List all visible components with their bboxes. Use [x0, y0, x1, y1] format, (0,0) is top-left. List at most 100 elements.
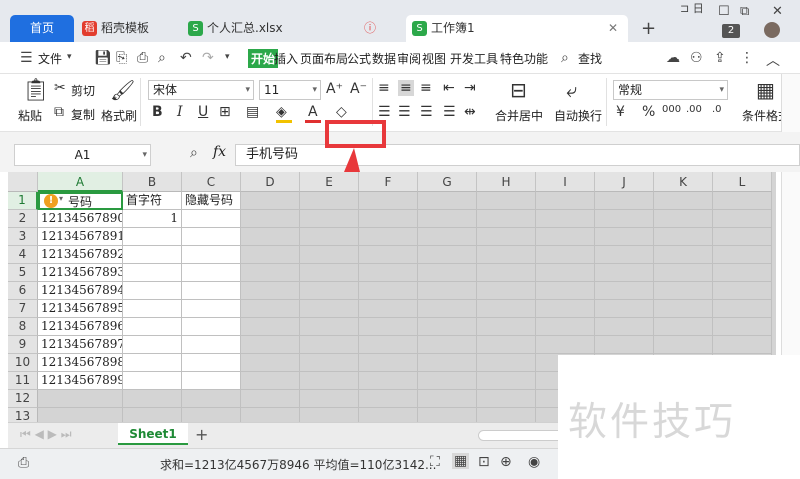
- cell[interactable]: [182, 354, 241, 372]
- cell[interactable]: [241, 390, 300, 408]
- cell[interactable]: 1: [123, 210, 182, 228]
- decrease-decimal-icon[interactable]: .0: [712, 104, 722, 115]
- cell[interactable]: [123, 372, 182, 390]
- macro-icon[interactable]: ⎙: [18, 455, 29, 471]
- cell[interactable]: [182, 390, 241, 408]
- window-count-badge[interactable]: 2: [722, 24, 740, 38]
- cell[interactable]: [418, 300, 477, 318]
- align-center-icon[interactable]: ☰: [398, 104, 411, 120]
- chevron-down-icon[interactable]: ▾: [59, 194, 63, 203]
- cell[interactable]: [359, 372, 418, 390]
- cell[interactable]: [241, 354, 300, 372]
- fill-color-icon[interactable]: ◈: [276, 104, 287, 120]
- hamburger-icon[interactable]: ☰: [20, 50, 33, 66]
- cell[interactable]: [477, 300, 536, 318]
- cell[interactable]: [654, 246, 713, 264]
- error-indicator-icon[interactable]: !: [44, 194, 58, 208]
- cell[interactable]: [359, 264, 418, 282]
- cell[interactable]: 12134567890: [38, 210, 123, 228]
- cell[interactable]: [477, 228, 536, 246]
- row-header[interactable]: 11: [8, 372, 38, 390]
- cell[interactable]: [359, 354, 418, 372]
- export-icon[interactable]: ⎘: [116, 50, 127, 66]
- cell[interactable]: [123, 390, 182, 408]
- row-header[interactable]: 5: [8, 264, 38, 282]
- cell[interactable]: 12134567891: [38, 228, 123, 246]
- cell[interactable]: [359, 192, 418, 210]
- wrap-text-button[interactable]: 自动换行: [554, 107, 602, 124]
- cell[interactable]: [123, 228, 182, 246]
- cell[interactable]: [241, 228, 300, 246]
- column-header-g[interactable]: G: [418, 172, 477, 192]
- cell[interactable]: [536, 228, 595, 246]
- more-options-icon[interactable]: ⋮: [740, 50, 754, 66]
- cell[interactable]: [595, 246, 654, 264]
- cell[interactable]: [300, 318, 359, 336]
- cell[interactable]: [477, 192, 536, 210]
- tab-review[interactable]: 审阅: [397, 50, 421, 67]
- cell[interactable]: [300, 408, 359, 422]
- cell[interactable]: [654, 264, 713, 282]
- cell[interactable]: [300, 336, 359, 354]
- align-left-icon[interactable]: ☰: [378, 104, 391, 120]
- cell[interactable]: 12134567895: [38, 300, 123, 318]
- column-header-e[interactable]: E: [300, 172, 359, 192]
- cell[interactable]: [359, 246, 418, 264]
- decrease-font-icon[interactable]: A⁻: [350, 81, 367, 97]
- cell[interactable]: [536, 282, 595, 300]
- cell[interactable]: [418, 264, 477, 282]
- cell[interactable]: [713, 282, 772, 300]
- cell[interactable]: [418, 282, 477, 300]
- font-size-select[interactable]: 11 ▾: [259, 80, 321, 100]
- tab-workbook1[interactable]: S 工作簿1 ✕: [406, 15, 628, 42]
- reading-mode-icon[interactable]: ⊕: [500, 454, 512, 470]
- cell[interactable]: [477, 408, 536, 422]
- cell[interactable]: [300, 300, 359, 318]
- zoom-icon[interactable]: ⌕: [190, 145, 198, 161]
- add-sheet-button[interactable]: +: [195, 425, 208, 444]
- indent-decrease-icon[interactable]: ⇤: [443, 80, 455, 96]
- cell[interactable]: 12134567898: [38, 354, 123, 372]
- tab-view[interactable]: 视图: [422, 50, 446, 67]
- cell[interactable]: 12134567896: [38, 318, 123, 336]
- tab-personal-summary[interactable]: S 个人汇总.xlsx ⓘ: [188, 15, 398, 42]
- cell[interactable]: [359, 228, 418, 246]
- cell[interactable]: [477, 264, 536, 282]
- cell[interactable]: [477, 246, 536, 264]
- paste-button[interactable]: 粘贴: [18, 107, 42, 124]
- cell[interactable]: [477, 318, 536, 336]
- undo-icon[interactable]: ↶: [180, 50, 192, 66]
- cell[interactable]: [123, 264, 182, 282]
- fullscreen-icon[interactable]: ⛶: [430, 454, 440, 470]
- cell[interactable]: [477, 372, 536, 390]
- eye-icon[interactable]: ◉: [528, 454, 540, 470]
- cell[interactable]: 12134567894: [38, 282, 123, 300]
- cell[interactable]: [241, 192, 300, 210]
- tab-insert[interactable]: 插入: [274, 50, 298, 67]
- align-bottom-icon[interactable]: ≡: [420, 80, 432, 96]
- new-tab-button[interactable]: +: [641, 18, 656, 39]
- row-header[interactable]: 3: [8, 228, 38, 246]
- cell[interactable]: [595, 282, 654, 300]
- cell[interactable]: [300, 390, 359, 408]
- cell[interactable]: 12134567893: [38, 264, 123, 282]
- cell[interactable]: [595, 192, 654, 210]
- cell[interactable]: [536, 336, 595, 354]
- column-header-i[interactable]: I: [536, 172, 595, 192]
- cell[interactable]: [654, 318, 713, 336]
- align-middle-icon[interactable]: ≡: [398, 80, 414, 96]
- cell[interactable]: [418, 210, 477, 228]
- cell[interactable]: [182, 210, 241, 228]
- align-right-icon[interactable]: ☰: [420, 104, 433, 120]
- column-header-c[interactable]: C: [182, 172, 241, 192]
- border-icon[interactable]: ⊞: [219, 104, 231, 120]
- cell[interactable]: [241, 318, 300, 336]
- cell[interactable]: [182, 336, 241, 354]
- increase-decimal-icon[interactable]: .00: [686, 104, 702, 115]
- scrollbar-horizontal[interactable]: [478, 430, 568, 441]
- cell[interactable]: [536, 246, 595, 264]
- cell[interactable]: [418, 390, 477, 408]
- cell[interactable]: [654, 282, 713, 300]
- column-header-f[interactable]: F: [359, 172, 418, 192]
- cell[interactable]: [123, 336, 182, 354]
